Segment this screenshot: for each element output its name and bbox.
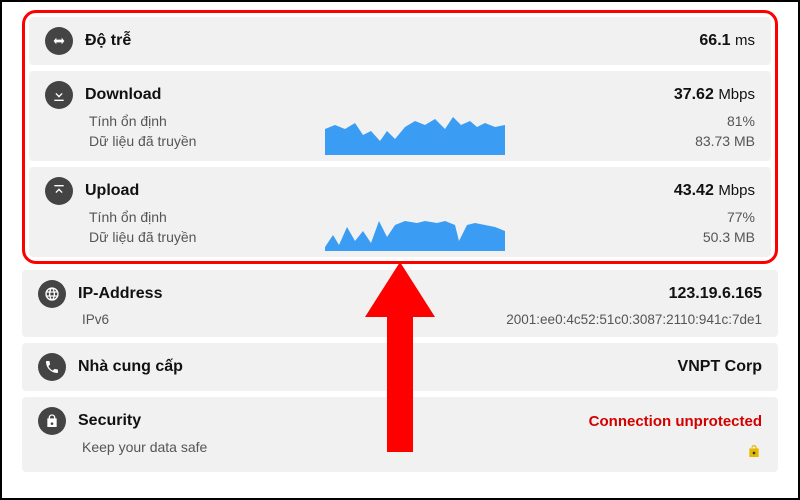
- lock-icon: [38, 407, 66, 435]
- download-value: 37.62 Mbps: [674, 86, 755, 104]
- globe-icon: [38, 280, 66, 308]
- upload-chart: [325, 207, 505, 251]
- ip-value: 123.19.6.165: [669, 285, 762, 303]
- provider-label: Nhà cung cấp: [78, 358, 183, 376]
- lock-open-icon: [746, 443, 762, 462]
- download-stability-value: 81%: [727, 113, 755, 129]
- latency-row: Độ trễ 66.1 ms: [29, 17, 771, 65]
- download-icon: [45, 81, 73, 109]
- ipv6-value: 2001:ee0:4c52:51c0:3087:2110:941c:7de1: [506, 312, 762, 327]
- download-data-value: 83.73 MB: [695, 133, 755, 149]
- download-chart: [325, 111, 505, 155]
- security-label: Security: [78, 412, 141, 430]
- upload-icon: [45, 177, 73, 205]
- latency-value: 66.1 ms: [699, 32, 755, 50]
- speed-highlight: Độ trễ 66.1 ms Download 37.62 Mbps Tính …: [22, 10, 778, 264]
- phone-icon: [38, 353, 66, 381]
- download-stability-label: Tính ổn định: [89, 113, 167, 129]
- ip-label: IP-Address: [78, 285, 162, 303]
- download-row: Download 37.62 Mbps Tính ổn định 81% Dữ …: [29, 71, 771, 161]
- latency-icon: [45, 27, 73, 55]
- upload-data-label: Dữ liệu đã truyền: [89, 229, 196, 245]
- provider-value: VNPT Corp: [678, 358, 762, 376]
- annotation-arrow: [365, 262, 435, 457]
- upload-label: Upload: [85, 182, 139, 200]
- upload-value: 43.42 Mbps: [674, 182, 755, 200]
- download-data-label: Dữ liệu đã truyền: [89, 133, 196, 149]
- latency-label: Độ trễ: [85, 32, 131, 50]
- upload-stability-value: 77%: [727, 209, 755, 225]
- security-status: Connection unprotected: [589, 413, 762, 430]
- upload-stability-label: Tính ổn định: [89, 209, 167, 225]
- upload-row: Upload 43.42 Mbps Tính ổn định 77% Dữ li…: [29, 167, 771, 257]
- security-sub-label: Keep your data safe: [82, 439, 207, 462]
- upload-data-value: 50.3 MB: [703, 229, 755, 245]
- download-label: Download: [85, 86, 161, 104]
- ipv6-label: IPv6: [82, 312, 109, 327]
